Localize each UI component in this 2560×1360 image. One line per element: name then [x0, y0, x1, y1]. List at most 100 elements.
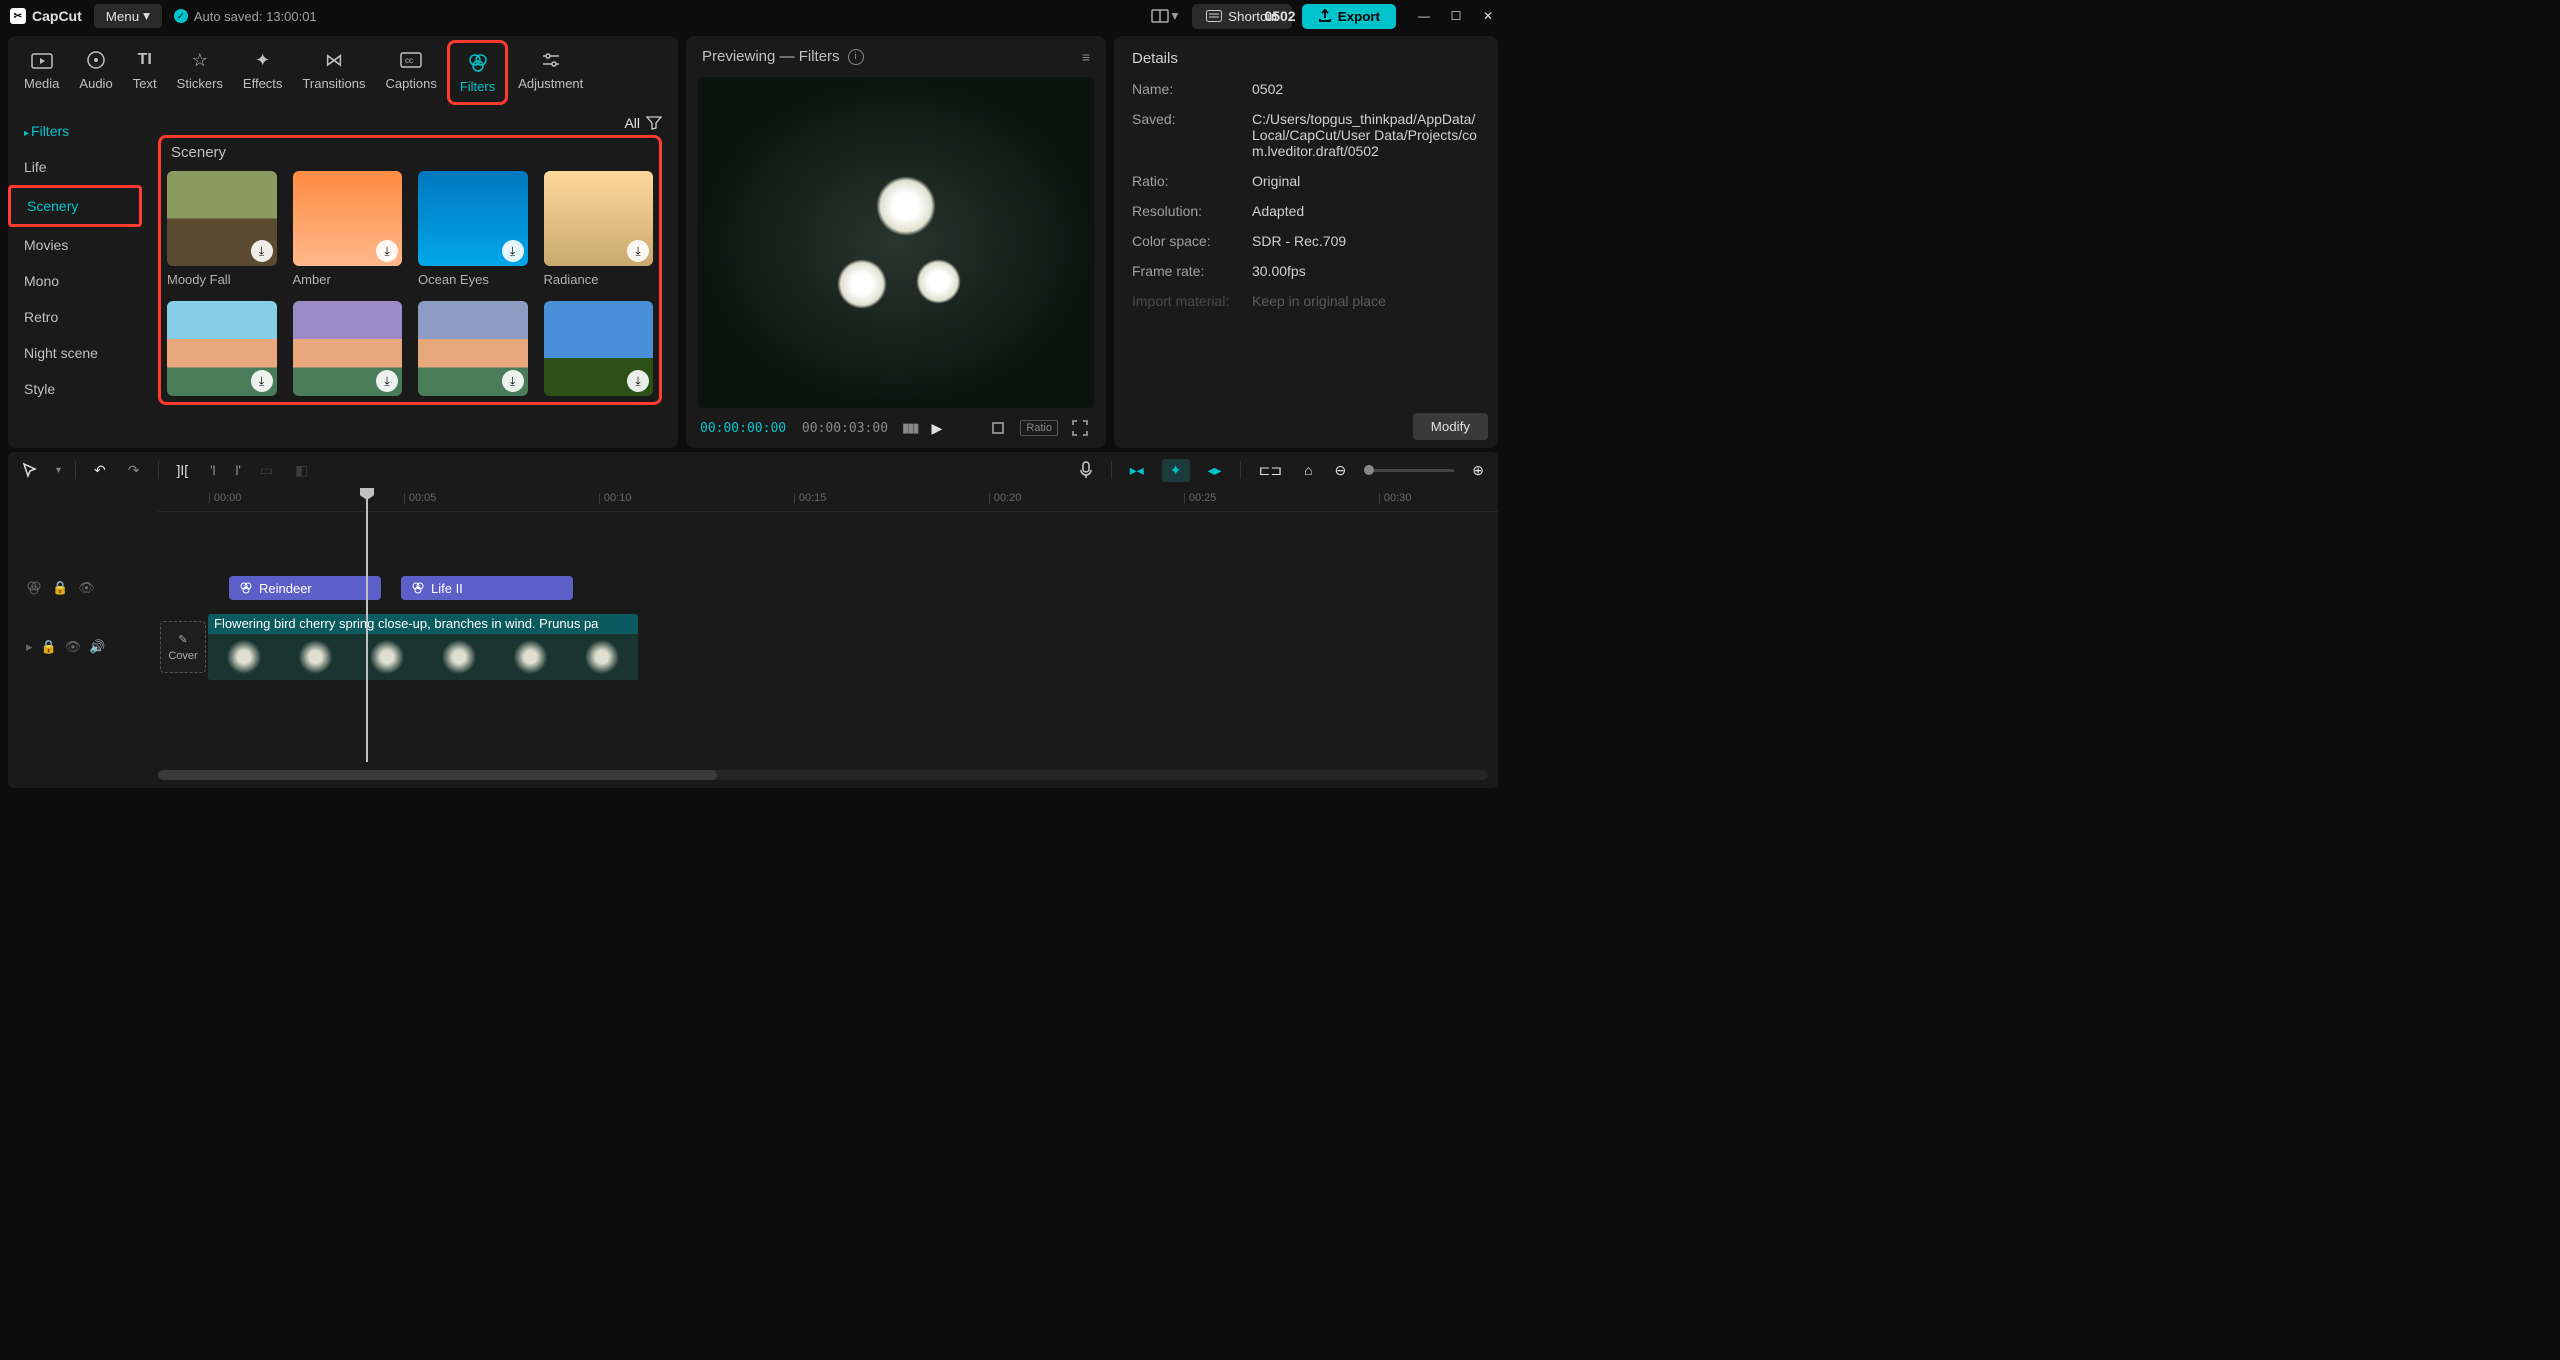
video-track-icon[interactable]: ▸ — [26, 639, 33, 655]
zoom-out-button[interactable]: ⊖ — [1331, 458, 1351, 483]
ratio-button[interactable]: Ratio — [1020, 420, 1058, 436]
eye-icon[interactable]: 👁 — [65, 639, 82, 655]
filter-cat-life[interactable]: Life — [8, 149, 142, 185]
align-button[interactable]: ⊏⊐ — [1255, 458, 1286, 483]
maximize-button[interactable]: ☐ — [1448, 9, 1464, 23]
filter-track-icon[interactable] — [26, 581, 42, 595]
filter-item-amber[interactable]: ⤓ Amber — [293, 171, 403, 287]
filter-cat-filters[interactable]: ▸Filters — [8, 113, 142, 149]
filter-item[interactable]: ⤓ — [293, 301, 403, 396]
total-time: 00:00:03:00 — [802, 421, 888, 436]
compare-icon[interactable]: ▮▮▮ — [898, 418, 921, 438]
filter-cat-scenery[interactable]: Scenery — [8, 185, 142, 227]
info-icon[interactable]: i — [848, 49, 864, 65]
export-button[interactable]: Export — [1302, 4, 1396, 29]
link-button[interactable]: ◂▸ — [1204, 458, 1226, 483]
export-icon — [1318, 9, 1332, 23]
preview-controls: 00:00:00:00 00:00:03:00 ▮▮▮ ▶ Ratio — [686, 408, 1106, 448]
mic-button[interactable] — [1075, 457, 1097, 483]
tool-button[interactable]: ◧ — [291, 458, 312, 483]
filter-cat-mono[interactable]: Mono — [8, 263, 142, 299]
redo-button[interactable]: ↷ — [124, 458, 144, 483]
trim-right-button[interactable]: I" — [231, 458, 242, 482]
play-button[interactable]: ▶ — [931, 420, 942, 437]
filter-item[interactable]: ⤓ — [418, 301, 528, 396]
eye-icon[interactable]: 👁 — [78, 580, 95, 596]
layout-button[interactable]: ▾ — [1147, 4, 1182, 28]
tab-audio[interactable]: Audio — [69, 40, 122, 105]
filter-clip-reindeer[interactable]: Reindeer — [229, 576, 381, 600]
preview-viewport[interactable] — [698, 77, 1094, 408]
adjustment-icon — [539, 48, 563, 72]
titlebar: CapCut Menu ▾ ✓ Auto saved: 13:00:01 050… — [0, 0, 1506, 32]
tab-captions[interactable]: cc Captions — [376, 40, 447, 105]
minimize-button[interactable]: — — [1416, 9, 1432, 23]
split-button[interactable]: ]I[ — [173, 458, 193, 482]
cover-button[interactable]: ✎ Cover — [160, 621, 206, 673]
tab-transitions[interactable]: ⋈ Transitions — [292, 40, 375, 105]
crop-icon[interactable] — [986, 418, 1010, 438]
tab-effects[interactable]: ✦ Effects — [233, 40, 293, 105]
delete-button[interactable]: ▭ — [256, 458, 277, 483]
transitions-icon: ⋈ — [322, 48, 346, 72]
filter-item-ocean-eyes[interactable]: ⤓ Ocean Eyes — [418, 171, 528, 287]
filter-item-moody-fall[interactable]: ⤓ Moody Fall — [167, 171, 277, 287]
menu-button[interactable]: Menu ▾ — [94, 4, 162, 28]
detail-row-import-material: Import material: Keep in original place — [1132, 293, 1480, 309]
preview-menu-icon[interactable]: ≡ — [1082, 49, 1090, 65]
filter-item[interactable]: ⤓ — [544, 301, 654, 396]
timeline-ruler[interactable]: 00:00 00:05 00:10 00:15 00:20 00:25 00:3… — [158, 488, 1498, 512]
modify-button[interactable]: Modify — [1413, 413, 1488, 440]
download-icon[interactable]: ⤓ — [376, 240, 398, 262]
download-icon[interactable]: ⤓ — [376, 370, 398, 392]
zoom-slider[interactable] — [1364, 469, 1454, 472]
timeline-body[interactable]: 00:00 00:05 00:10 00:15 00:20 00:25 00:3… — [8, 488, 1498, 788]
trim-left-button[interactable]: "I — [206, 458, 217, 482]
library-tabs: Media Audio TI Text ☆ Stickers ✦ Effects… — [8, 36, 678, 105]
download-icon[interactable]: ⤓ — [627, 370, 649, 392]
video-clip[interactable]: Flowering bird cherry spring close-up, b… — [208, 614, 638, 680]
chevron-down-icon[interactable]: ▾ — [56, 465, 61, 476]
details-title: Details — [1132, 50, 1480, 67]
filter-cat-retro[interactable]: Retro — [8, 299, 142, 335]
snap-button[interactable]: ✦ — [1162, 459, 1190, 482]
download-icon[interactable]: ⤓ — [627, 240, 649, 262]
undo-button[interactable]: ↶ — [90, 458, 110, 483]
filter-item-radiance[interactable]: ⤓ Radiance — [544, 171, 654, 287]
preview-panel: Previewing — Filters i ≡ 00:00:00:00 00:… — [686, 36, 1106, 448]
filter-cat-style[interactable]: Style — [8, 371, 142, 407]
mute-icon[interactable]: 🔊 — [89, 639, 105, 655]
timeline-scrollbar[interactable] — [158, 770, 1488, 780]
svg-text:cc: cc — [405, 56, 413, 65]
close-button[interactable]: ✕ — [1480, 9, 1496, 23]
download-icon[interactable]: ⤓ — [251, 240, 273, 262]
filter-all-button[interactable]: All — [624, 115, 662, 131]
magnet-button[interactable]: ▸◂ — [1126, 458, 1148, 483]
fullscreen-icon[interactable] — [1068, 418, 1092, 438]
zoom-in-button[interactable]: ⊕ — [1468, 458, 1488, 483]
download-icon[interactable]: ⤓ — [251, 370, 273, 392]
download-icon[interactable]: ⤓ — [502, 240, 524, 262]
filter-thumbnails: ⤓ Moody Fall ⤓ Amber ⤓ Ocean Eyes ⤓ — [167, 171, 653, 396]
filter-item[interactable]: ⤓ — [167, 301, 277, 396]
marker-button[interactable]: ⌂ — [1300, 458, 1316, 482]
app-name: CapCut — [32, 8, 82, 24]
tab-media[interactable]: Media — [14, 40, 69, 105]
tab-filters[interactable]: Filters — [447, 40, 508, 105]
library-panel: Media Audio TI Text ☆ Stickers ✦ Effects… — [8, 36, 678, 448]
tab-text[interactable]: TI Text — [123, 40, 167, 105]
detail-row-resolution: Resolution: Adapted — [1132, 203, 1480, 219]
lock-icon[interactable]: 🔒 — [41, 639, 57, 655]
filter-clip-life-ii[interactable]: Life II — [401, 576, 573, 600]
tab-adjustment[interactable]: Adjustment — [508, 40, 593, 105]
tab-stickers[interactable]: ☆ Stickers — [167, 40, 233, 105]
app-logo: CapCut — [10, 8, 82, 24]
text-icon: TI — [133, 48, 157, 72]
filter-cat-movies[interactable]: Movies — [8, 227, 142, 263]
download-icon[interactable]: ⤓ — [502, 370, 524, 392]
pointer-tool[interactable] — [18, 458, 42, 482]
playhead[interactable] — [366, 488, 368, 762]
filters-icon — [411, 582, 425, 594]
lock-icon[interactable]: 🔒 — [52, 580, 68, 596]
filter-cat-night-scene[interactable]: Night scene — [8, 335, 142, 371]
